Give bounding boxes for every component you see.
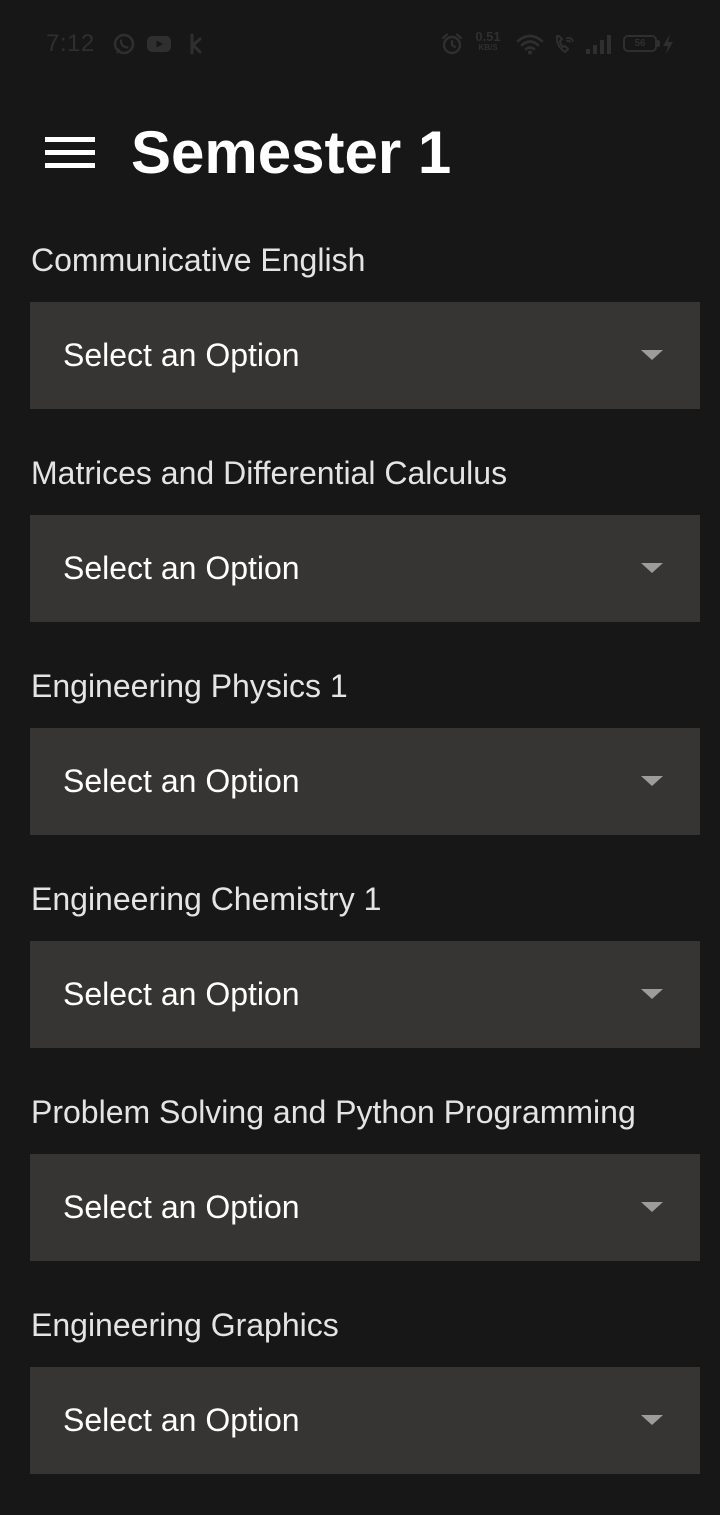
signal-icon <box>586 35 611 54</box>
grade-dropdown[interactable]: Select an Option <box>30 941 700 1048</box>
subject-item: Engineering Graphics Select an Option <box>30 1302 700 1515</box>
subject-label: Problem Solving and Python Programming <box>31 1094 636 1130</box>
subject-list: Communicative English Select an Option M… <box>30 237 700 1515</box>
grade-dropdown[interactable]: Select an Option <box>30 1154 700 1261</box>
grade-dropdown[interactable]: Select an Option <box>30 728 700 835</box>
subject-label: Engineering Chemistry 1 <box>31 881 382 917</box>
battery-level: 56 <box>634 38 646 49</box>
caret-down-icon <box>641 776 663 786</box>
subject-item: Matrices and Differential Calculus Selec… <box>30 450 700 663</box>
grade-dropdown[interactable]: Select an Option <box>30 1367 700 1474</box>
alarm-icon <box>441 33 463 55</box>
charging-icon <box>663 34 673 54</box>
status-bar: 7:12 0.51 KB/S 56 <box>0 0 720 88</box>
dropdown-value: Select an Option <box>63 763 300 799</box>
caret-down-icon <box>641 563 663 573</box>
caret-down-icon <box>641 989 663 999</box>
wifi-calling-icon <box>555 35 574 53</box>
caret-down-icon <box>641 350 663 360</box>
grade-dropdown[interactable]: Select an Option <box>30 515 700 622</box>
dropdown-value: Select an Option <box>63 337 300 373</box>
battery-icon: 56 <box>623 35 660 52</box>
subject-item: Engineering Chemistry 1 Select an Option <box>30 876 700 1089</box>
dropdown-value: Select an Option <box>63 1402 300 1438</box>
app-notification-icon <box>190 33 202 55</box>
dropdown-value: Select an Option <box>63 1189 300 1225</box>
menu-bar-top <box>45 137 95 142</box>
youtube-icon <box>147 36 171 52</box>
page-title: Semester 1 <box>131 119 452 186</box>
menu-bar-middle <box>45 150 95 155</box>
whatsapp-icon <box>113 33 135 55</box>
caret-down-icon <box>641 1415 663 1425</box>
dropdown-value: Select an Option <box>63 550 300 586</box>
network-speed-unit: KB/S <box>478 43 498 52</box>
hamburger-menu-icon[interactable] <box>40 130 100 176</box>
subject-label: Communicative English <box>31 242 366 278</box>
subject-item: Communicative English Select an Option <box>30 237 700 450</box>
grade-dropdown[interactable]: Select an Option <box>30 302 700 409</box>
subject-label: Matrices and Differential Calculus <box>31 455 508 491</box>
subject-label: Engineering Physics 1 <box>31 668 348 704</box>
network-speed: 0.51 KB/S <box>472 30 504 52</box>
network-speed-value: 0.51 <box>475 29 501 44</box>
subject-item: Engineering Physics 1 Select an Option <box>30 663 700 876</box>
subject-item: Problem Solving and Python Programming S… <box>30 1089 700 1302</box>
dropdown-value: Select an Option <box>63 976 300 1012</box>
wifi-icon <box>516 34 544 55</box>
caret-down-icon <box>641 1202 663 1212</box>
subject-label: Engineering Graphics <box>31 1307 339 1343</box>
menu-bar-bottom <box>45 163 95 168</box>
status-time: 7:12 <box>46 30 95 57</box>
